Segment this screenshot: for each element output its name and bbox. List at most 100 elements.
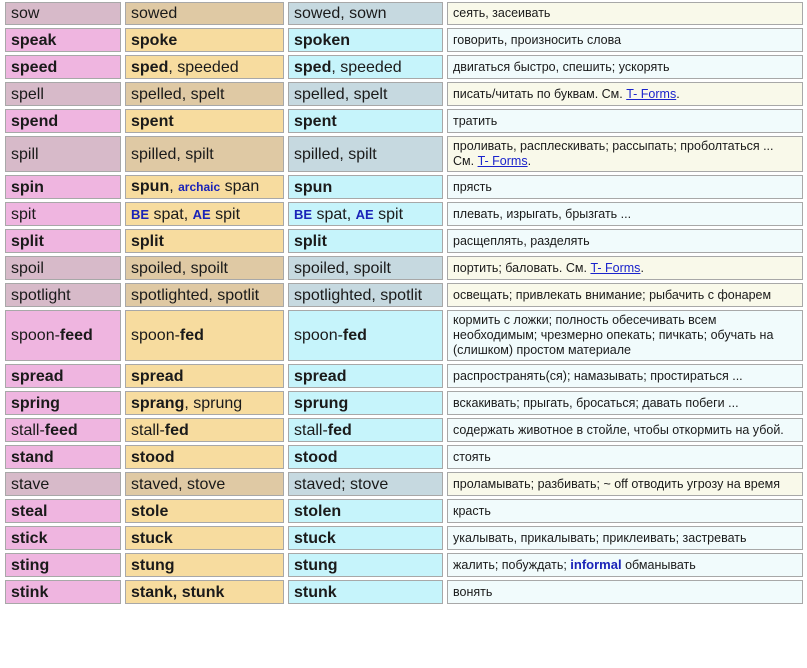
base-form-cell: sow: [5, 2, 121, 25]
verb-row: spend spent spent тратить: [5, 109, 803, 133]
form-text: sow: [11, 5, 40, 22]
past-simple-cell: sprang, sprung: [125, 391, 284, 415]
usage-label: informal: [570, 557, 622, 572]
strong-form-text: stick: [11, 529, 48, 547]
verb-row: stand stood stood стоять: [5, 445, 803, 469]
form-text: spotlight: [11, 286, 71, 304]
form-text: .: [640, 260, 644, 275]
translation-cell: красть: [447, 499, 803, 523]
translation-cell: расщеплять, разделять: [447, 229, 803, 253]
form-text: тратить: [453, 113, 498, 128]
strong-form-text: stung: [294, 556, 338, 574]
form-text: spoiled, spoilt: [294, 259, 391, 277]
strong-form-text: stood: [294, 448, 338, 466]
strong-form-text: split: [131, 232, 164, 250]
t-forms-link[interactable]: T- Forms: [626, 87, 676, 101]
verb-row: spoon-feed spoon-fed spoon-fed кормить с ло…: [5, 310, 803, 361]
form-text: кормить с ложки; полность обесечивать вс…: [453, 313, 774, 357]
base-form-cell: sting: [5, 553, 121, 577]
base-form-cell: spoil: [5, 256, 121, 280]
verb-row: spring sprang, sprung sprung вскакивать; пр…: [5, 391, 803, 415]
strong-form-text: spread: [131, 367, 184, 385]
past-simple-cell: staved, stove: [125, 472, 284, 496]
form-text: .: [676, 86, 680, 101]
translation-cell: писать/читать по буквам. См. T- Forms.: [447, 82, 803, 106]
past-participle-cell: stall-fed: [288, 418, 443, 442]
past-participle-cell: spoiled, spoilt: [288, 256, 443, 280]
past-participle-cell: sowed, sown: [288, 2, 443, 25]
strong-form-text: stunk: [294, 583, 337, 601]
base-form-cell: steal: [5, 499, 121, 523]
form-text: spit: [210, 205, 241, 223]
base-form-cell: stall-feed: [5, 418, 121, 442]
form-text: spit: [11, 205, 36, 223]
past-participle-cell: split: [288, 229, 443, 253]
verb-row: stave staved, stove staved; stove проламыва…: [5, 472, 803, 496]
form-text: spelled, spelt: [131, 85, 225, 103]
strong-form-text: stuck: [294, 529, 336, 547]
form-text: spotlighted, spotlit: [131, 286, 260, 304]
form-text: распространять(ся); намазывать; простира…: [453, 368, 743, 383]
t-forms-link[interactable]: T- Forms: [478, 154, 528, 168]
base-form-cell: spit: [5, 202, 121, 226]
past-participle-cell: stuck: [288, 526, 443, 550]
verb-table-body: sow sowed sowed, sown сеять, засеивать speak…: [5, 2, 803, 604]
past-simple-cell: spoiled, spoilt: [125, 256, 284, 280]
form-text: spotlighted, spotlit: [294, 286, 423, 304]
base-form-cell: spill: [5, 136, 121, 172]
form-text: spoon-: [11, 327, 60, 344]
form-text: spoon-: [294, 327, 343, 344]
strong-form-text: steal: [11, 502, 48, 520]
past-participle-cell: staved; stove: [288, 472, 443, 496]
strong-form-text: stolen: [294, 502, 342, 520]
base-form-cell: split: [5, 229, 121, 253]
strong-form-text: stole: [131, 502, 169, 520]
translation-cell: проливать, расплескивать; рассыпать; про…: [447, 136, 803, 172]
form-text: spelled, spelt: [294, 85, 388, 103]
strong-form-text: stank, stunk: [131, 583, 225, 601]
form-text: spill: [11, 145, 39, 163]
translation-cell: жалить; побуждать; informal обманывать: [447, 553, 803, 577]
strong-form-text: sped: [294, 58, 332, 76]
translation-cell: вскакивать; прыгать, бросаться; давать п…: [447, 391, 803, 415]
base-form-cell: stink: [5, 580, 121, 604]
form-text: staved; stove: [294, 475, 389, 493]
t-forms-link[interactable]: T- Forms: [590, 261, 640, 275]
form-text: spit: [373, 205, 404, 223]
strong-form-text: spoke: [131, 31, 178, 49]
past-participle-cell: spilled, spilt: [288, 136, 443, 172]
strong-form-text: sting: [11, 556, 50, 574]
strong-form-text: stood: [131, 448, 175, 466]
translation-cell: двигаться быстро, спешить; ускорять: [447, 55, 803, 79]
form-text: spat,: [149, 205, 193, 223]
past-participle-cell: spun: [288, 175, 443, 199]
strong-form-text: spring: [11, 394, 60, 412]
form-text: spilled, spilt: [294, 145, 377, 163]
usage-label: BE: [131, 206, 150, 222]
form-text: , sprung: [184, 394, 243, 412]
form-text: sowed, sown: [294, 5, 387, 22]
verb-row: sting stung stung жалить; побуждать; inform…: [5, 553, 803, 577]
form-text: stall-: [131, 421, 165, 439]
past-participle-cell: stolen: [288, 499, 443, 523]
strong-form-text: fed: [342, 327, 367, 344]
strong-form-text: split: [11, 232, 44, 250]
strong-form-text: feed: [59, 327, 93, 344]
base-form-cell: spoon-feed: [5, 310, 121, 361]
form-text: , speeded: [331, 58, 402, 76]
past-simple-cell: split: [125, 229, 284, 253]
strong-form-text: stuck: [131, 529, 173, 547]
form-text: .: [527, 154, 532, 168]
strong-form-text: sped: [131, 58, 169, 76]
strong-form-text: stung: [131, 556, 175, 574]
translation-cell: говорить, произносить слова: [447, 28, 803, 52]
past-participle-cell: BE spat, AE spit: [288, 202, 443, 226]
past-simple-cell: spread: [125, 364, 284, 388]
verb-row: speak spoke spoken говорить, произносить сл…: [5, 28, 803, 52]
form-text: staved, stove: [131, 475, 226, 493]
base-form-cell: spread: [5, 364, 121, 388]
form-text: портить; баловать. См.: [453, 260, 591, 275]
past-simple-cell: stood: [125, 445, 284, 469]
strong-form-text: fed: [179, 327, 204, 344]
past-participle-cell: stood: [288, 445, 443, 469]
